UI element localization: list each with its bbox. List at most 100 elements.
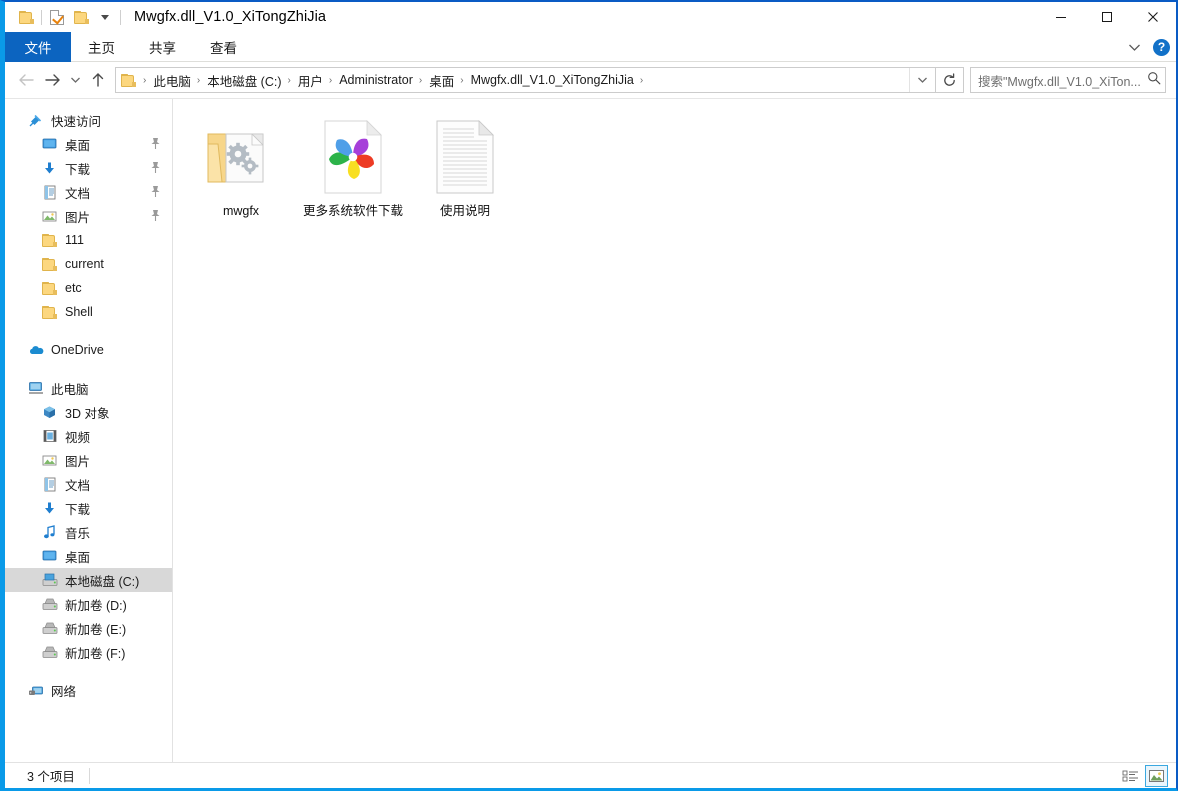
recent-locations-chevron-icon[interactable] <box>65 67 85 93</box>
customize-dropdown-icon[interactable] <box>93 5 117 29</box>
back-arrow-icon[interactable] <box>13 67 39 93</box>
sidebar-label: 音乐 <box>65 526 91 541</box>
window-title: Mwgfx.dll_V1.0_XiTongZhiJia <box>134 9 327 25</box>
breadcrumb-item-2[interactable]: 用户 <box>296 71 325 90</box>
pin-icon[interactable] <box>150 209 161 225</box>
details-view-icon[interactable] <box>1119 765 1142 787</box>
window-body: 快速访问 桌面 下载 文档 图片 111 current etc Shell O… <box>5 98 1176 762</box>
system-drive-icon <box>41 572 58 589</box>
maximize-button[interactable] <box>1084 2 1130 32</box>
refresh-icon[interactable] <box>936 67 964 93</box>
sidebar-item-111[interactable]: 111 <box>5 228 172 252</box>
file-item-mwgfx[interactable]: mwgfx <box>187 113 295 220</box>
breadcrumb-item-0[interactable]: 此电脑 <box>151 71 193 90</box>
file-name: mwgfx <box>222 204 260 218</box>
sidebar-item-network[interactable]: 网络 <box>5 678 172 702</box>
breadcrumb-item-5[interactable]: Mwgfx.dll_V1.0_XiTongZhiJia <box>469 73 636 87</box>
sidebar-item-volume-d[interactable]: 新加卷 (D:) <box>5 592 172 616</box>
sidebar-label: 新加卷 (F:) <box>65 646 126 661</box>
large-icons-view-icon[interactable] <box>1145 765 1168 787</box>
folder-icon[interactable] <box>14 5 38 29</box>
properties-icon[interactable] <box>45 5 69 29</box>
chevron-down-icon[interactable] <box>1125 38 1143 56</box>
sidebar-item-pictures-pc[interactable]: 图片 <box>5 448 172 472</box>
file-list-view[interactable]: mwgfx 更多系统软件下载 使用说明 <box>173 99 1176 762</box>
3d-objects-icon <box>41 404 58 421</box>
tab-view[interactable]: 查看 <box>193 32 254 62</box>
sidebar-item-volume-e[interactable]: 新加卷 (E:) <box>5 616 172 640</box>
ribbon-tab-bar: 文件 主页 共享 查看 ? <box>5 32 1176 62</box>
sidebar-label: 图片 <box>65 210 91 225</box>
sidebar-label: OneDrive <box>51 343 104 357</box>
pin-icon[interactable] <box>150 161 161 177</box>
breadcrumb-sep-4[interactable]: › <box>415 75 427 86</box>
sidebar-item-etc[interactable]: etc <box>5 276 172 300</box>
address-dropdown-icon[interactable] <box>909 68 935 92</box>
sidebar-label: 桌面 <box>65 138 91 153</box>
tab-file[interactable]: 文件 <box>5 32 71 62</box>
search-icon[interactable] <box>1147 71 1161 90</box>
sidebar-label: 此电脑 <box>51 382 89 397</box>
sidebar-label: 网络 <box>51 684 77 699</box>
title-bar: Mwgfx.dll_V1.0_XiTongZhiJia <box>5 2 1176 32</box>
address-bar[interactable]: › 此电脑 › 本地磁盘 (C:) › 用户 › Administrator ›… <box>115 67 936 93</box>
sidebar-item-this-pc[interactable]: 此电脑 <box>5 376 172 400</box>
breadcrumb-sep-0: › <box>143 74 147 86</box>
minimize-button[interactable] <box>1038 2 1084 32</box>
sidebar-item-current[interactable]: current <box>5 252 172 276</box>
pictures-icon <box>41 208 58 225</box>
sidebar-item-volume-f[interactable]: 新加卷 (F:) <box>5 640 172 664</box>
navigation-pane[interactable]: 快速访问 桌面 下载 文档 图片 111 current etc Shell O… <box>5 99 173 762</box>
new-folder-icon[interactable] <box>69 5 93 29</box>
quick-access-toolbar <box>14 5 124 29</box>
file-name: 使用说明 <box>439 204 490 218</box>
breadcrumb-item-1[interactable]: 本地磁盘 (C:) <box>205 71 283 90</box>
view-mode-buttons <box>1119 763 1168 789</box>
breadcrumb-sep-6[interactable]: › <box>636 75 648 86</box>
drive-icon <box>41 596 58 613</box>
breadcrumb: › 此电脑 › 本地磁盘 (C:) › 用户 › Administrator ›… <box>116 71 909 90</box>
sidebar-item-desktop[interactable]: 桌面 <box>5 132 172 156</box>
breadcrumb-item-3[interactable]: Administrator <box>337 73 415 87</box>
up-arrow-icon[interactable] <box>85 67 111 93</box>
sidebar-item-onedrive[interactable]: OneDrive <box>5 338 172 362</box>
sidebar-item-videos[interactable]: 视频 <box>5 424 172 448</box>
sidebar-label: 下载 <box>65 162 91 177</box>
search-input[interactable]: 搜索"Mwgfx.dll_V1.0_XiTon... <box>970 67 1166 93</box>
sidebar-item-pictures[interactable]: 图片 <box>5 204 172 228</box>
breadcrumb-item-4[interactable]: 桌面 <box>427 71 456 90</box>
tab-share[interactable]: 共享 <box>132 32 193 62</box>
sidebar-item-music[interactable]: 音乐 <box>5 520 172 544</box>
sidebar-item-downloads-pc[interactable]: 下载 <box>5 496 172 520</box>
sidebar-label: Shell <box>65 305 93 319</box>
sidebar-item-documents-pc[interactable]: 文档 <box>5 472 172 496</box>
sidebar-item-documents[interactable]: 文档 <box>5 180 172 204</box>
breadcrumb-sep-5[interactable]: › <box>456 75 468 86</box>
window-controls <box>1038 2 1176 32</box>
breadcrumb-sep-3[interactable]: › <box>325 75 337 86</box>
sidebar-item-desktop-pc[interactable]: 桌面 <box>5 544 172 568</box>
sidebar-item-quick-access[interactable]: 快速访问 <box>5 108 172 132</box>
help-icon[interactable]: ? <box>1153 38 1170 56</box>
file-item-instructions[interactable]: 使用说明 <box>411 113 519 220</box>
sidebar-label: 视频 <box>65 430 91 445</box>
pin-icon[interactable] <box>150 185 161 201</box>
file-item-more-software[interactable]: 更多系统软件下载 <box>299 113 407 220</box>
close-button[interactable] <box>1130 2 1176 32</box>
forward-arrow-icon[interactable] <box>39 67 65 93</box>
sidebar-item-downloads[interactable]: 下载 <box>5 156 172 180</box>
sidebar-item-3d-objects[interactable]: 3D 对象 <box>5 400 172 424</box>
breadcrumb-sep-2[interactable]: › <box>284 75 296 86</box>
search-input-text: 搜索"Mwgfx.dll_V1.0_XiTon... <box>978 74 1141 89</box>
desktop-icon <box>41 136 58 153</box>
documents-icon <box>41 476 58 493</box>
this-pc-icon <box>27 380 44 397</box>
tab-home[interactable]: 主页 <box>71 32 132 62</box>
breadcrumb-folder-icon <box>121 73 136 87</box>
pin-icon[interactable] <box>150 137 161 153</box>
sidebar-item-local-disk-c[interactable]: 本地磁盘 (C:) <box>5 568 172 592</box>
breadcrumb-sep-1[interactable]: › <box>193 75 205 86</box>
sidebar-item-shell[interactable]: Shell <box>5 300 172 324</box>
ribbon-right-controls: ? <box>1125 32 1170 62</box>
